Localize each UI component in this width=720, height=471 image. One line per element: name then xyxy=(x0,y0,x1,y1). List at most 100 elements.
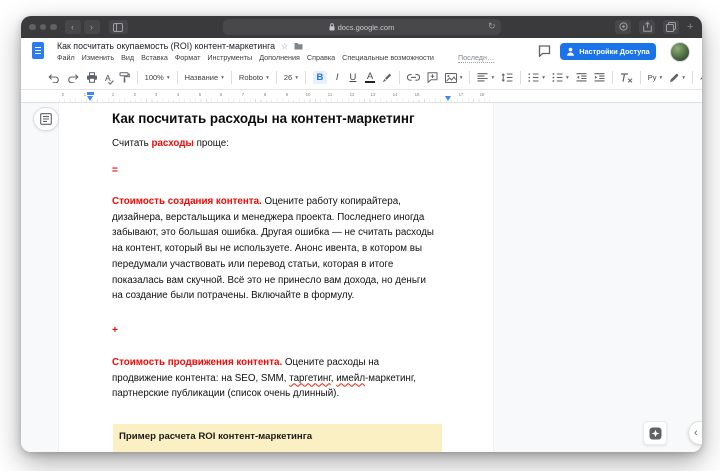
bulleted-list-button[interactable]: ▾ xyxy=(552,73,569,82)
first-line-indent-marker[interactable] xyxy=(87,92,94,95)
toolbar-divider xyxy=(640,71,641,84)
equals-symbol[interactable]: = xyxy=(112,165,118,176)
add-comment-icon xyxy=(427,72,438,83)
paragraph-style-select[interactable]: Название▾ xyxy=(185,73,224,82)
numbered-list-button[interactable]: ▾ xyxy=(528,73,545,82)
share-icon xyxy=(643,22,652,32)
window-minimize-button[interactable] xyxy=(40,24,47,31)
clear-formatting-button[interactable] xyxy=(620,73,633,83)
document-title[interactable]: Как посчитать окупаемость (ROI) контент-… xyxy=(57,41,275,51)
extensions-icon xyxy=(619,22,628,31)
insert-link-button[interactable] xyxy=(407,74,420,81)
browser-sidebar-button[interactable] xyxy=(109,20,128,34)
align-button[interactable]: ▾ xyxy=(477,73,494,82)
menu-bar: Файл Изменить Вид Вставка Формат Инструменты Д… xyxy=(57,53,434,62)
line-spacing-button[interactable] xyxy=(501,73,513,82)
reload-icon[interactable]: ↻ xyxy=(488,21,496,32)
link-icon xyxy=(407,74,420,81)
text-color-button[interactable]: A xyxy=(365,72,374,84)
example-table-cell[interactable]: Пример расчета ROI контент-маркетинга xyxy=(113,424,442,452)
increase-indent-button[interactable] xyxy=(594,73,605,82)
ruler-mark: 8 xyxy=(264,93,266,97)
input-tools-button[interactable]: Ру▾ xyxy=(648,73,663,82)
document-page[interactable]: Как посчитать расходы на контент-маркети… xyxy=(59,103,493,452)
menu-item[interactable]: Специальные возможности xyxy=(342,53,434,62)
document-outline-icon xyxy=(40,113,52,125)
editing-mode-button[interactable]: ▾ xyxy=(669,73,685,83)
add-comment-button[interactable] xyxy=(427,72,438,83)
menu-item[interactable]: Изменить xyxy=(82,53,114,62)
collapse-toolbar-button[interactable] xyxy=(700,75,702,80)
ruler-mark: 3 xyxy=(155,93,157,97)
browser-titlebar: ‹ › docs.google.com ↻ + xyxy=(21,16,702,38)
highlight-color-button[interactable] xyxy=(382,72,392,83)
comments-button[interactable] xyxy=(538,45,551,57)
menu-item[interactable]: Дополнения xyxy=(259,53,300,62)
share-settings-button[interactable]: Настройки Доступа xyxy=(560,43,656,60)
menu-item[interactable]: Формат xyxy=(175,53,201,62)
plus-symbol[interactable]: + xyxy=(112,325,118,336)
font-size-select[interactable]: 26▾ xyxy=(284,73,298,82)
insert-image-button[interactable]: ▾ xyxy=(445,73,463,83)
italic-button[interactable]: I xyxy=(334,73,341,83)
ruler-mark: 12 xyxy=(350,93,355,97)
url-text: docs.google.com xyxy=(338,23,395,32)
spellcheck-button[interactable]: A xyxy=(105,73,112,83)
doc-paragraph-promotion-cost[interactable]: Стоимость продвижения контента. Оцените … xyxy=(112,355,438,402)
left-indent-marker[interactable] xyxy=(87,96,93,101)
new-tab-button[interactable]: + xyxy=(687,21,697,33)
right-indent-marker[interactable] xyxy=(445,96,451,101)
show-side-panel-button[interactable]: ‹ xyxy=(688,421,702,445)
numbered-list-icon xyxy=(528,73,539,82)
browser-window: ‹ › docs.google.com ↻ + Как посчитать о xyxy=(21,16,702,452)
share-settings-label: Настройки Доступа xyxy=(579,47,650,56)
doc-paragraph-intro[interactable]: Считать расходы проще: xyxy=(112,136,438,152)
show-outline-button[interactable] xyxy=(33,107,59,131)
star-icon[interactable]: ☆ xyxy=(281,42,288,51)
zoom-select[interactable]: 100%▾ xyxy=(145,73,170,82)
doc-paragraph-creation-cost[interactable]: Стоимость создания контента. Оцените раб… xyxy=(112,194,438,304)
browser-tabs-button[interactable] xyxy=(663,20,679,34)
print-icon xyxy=(86,72,98,83)
window-controls xyxy=(29,24,57,31)
ruler-mark: 1 xyxy=(84,93,86,97)
doc-heading[interactable]: Как посчитать расходы на контент-маркети… xyxy=(112,111,452,126)
bold-button[interactable]: B xyxy=(313,71,327,85)
last-edit-link[interactable]: Последн… xyxy=(458,53,494,63)
menu-item[interactable]: Вид xyxy=(121,53,134,62)
address-bar[interactable]: docs.google.com ↻ xyxy=(223,19,501,35)
browser-extensions-button[interactable] xyxy=(615,20,631,34)
decrease-indent-button[interactable] xyxy=(576,73,587,82)
check-icon xyxy=(108,80,114,85)
example-title: Пример расчета ROI контент-маркетинга xyxy=(119,431,312,442)
menu-item[interactable]: Инструменты xyxy=(207,53,252,62)
ruler-mark: 7 xyxy=(242,93,244,97)
browser-forward-button[interactable]: › xyxy=(84,20,100,34)
underline-button[interactable]: U xyxy=(347,73,358,83)
toolbar-divider xyxy=(305,71,306,84)
chevron-down-icon: ▾ xyxy=(660,75,663,81)
paint-format-button[interactable] xyxy=(119,72,130,83)
window-zoom-button[interactable] xyxy=(50,24,57,31)
undo-button[interactable] xyxy=(48,73,60,83)
align-left-icon xyxy=(477,73,488,82)
ruler-mark: 2 xyxy=(134,93,136,97)
font-select[interactable]: Roboto▾ xyxy=(239,73,269,82)
user-avatar[interactable] xyxy=(670,42,690,62)
google-docs-icon[interactable] xyxy=(32,42,44,59)
move-folder-icon[interactable] xyxy=(294,42,303,50)
ruler[interactable]: 211234567891011121314151718 xyxy=(21,90,702,103)
undo-icon xyxy=(48,73,60,83)
chevron-down-icon: ▾ xyxy=(542,75,545,81)
browser-back-button[interactable]: ‹ xyxy=(65,20,81,34)
menu-item[interactable]: Файл xyxy=(57,53,75,62)
print-button[interactable] xyxy=(86,72,98,83)
explore-button[interactable] xyxy=(643,421,667,445)
creation-cost-body: Оцените работу копирайтера, дизайнера, в… xyxy=(112,196,434,301)
menu-item[interactable]: Справка xyxy=(307,53,335,62)
window-close-button[interactable] xyxy=(29,24,36,31)
chevron-down-icon: ▾ xyxy=(221,75,224,81)
menu-item[interactable]: Вставка xyxy=(141,53,168,62)
browser-share-button[interactable] xyxy=(639,20,655,34)
redo-button[interactable] xyxy=(67,73,79,83)
